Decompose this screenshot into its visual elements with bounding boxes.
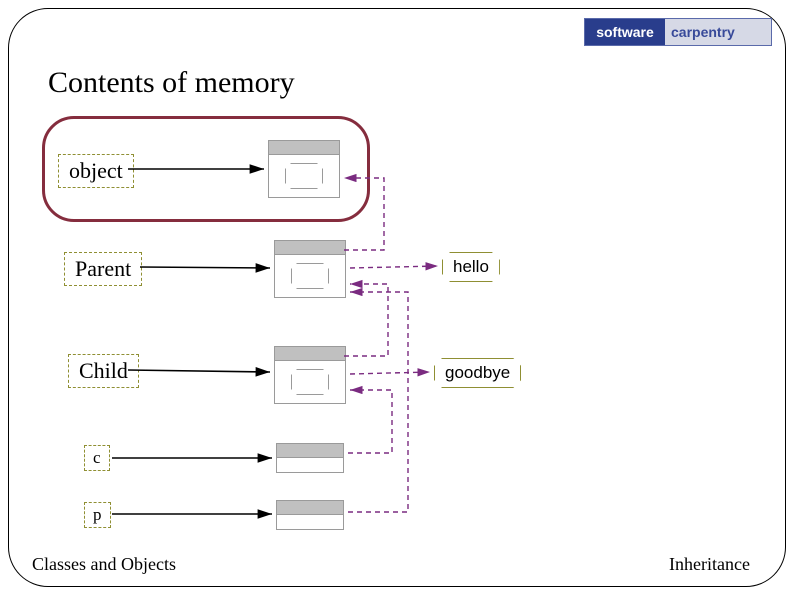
logo-badge: software carpentry	[584, 18, 772, 46]
class-block-child	[274, 346, 346, 404]
instance-block-p	[276, 500, 344, 530]
method-hello: hello	[442, 252, 500, 282]
logo-right-text: carpentry	[665, 19, 771, 45]
class-block-parent	[274, 240, 346, 298]
label-child: Child	[68, 354, 139, 388]
label-object: object	[58, 154, 134, 188]
class-block-object	[268, 140, 340, 198]
footer-left: Classes and Objects	[32, 554, 176, 575]
label-parent: Parent	[64, 252, 142, 286]
instance-block-c	[276, 443, 344, 473]
logo-left-text: software	[585, 19, 665, 45]
label-c: c	[84, 445, 110, 471]
label-p: p	[84, 502, 111, 528]
footer-right: Inheritance	[669, 554, 750, 575]
slide-title: Contents of memory	[48, 66, 295, 100]
method-goodbye: goodbye	[434, 358, 521, 388]
